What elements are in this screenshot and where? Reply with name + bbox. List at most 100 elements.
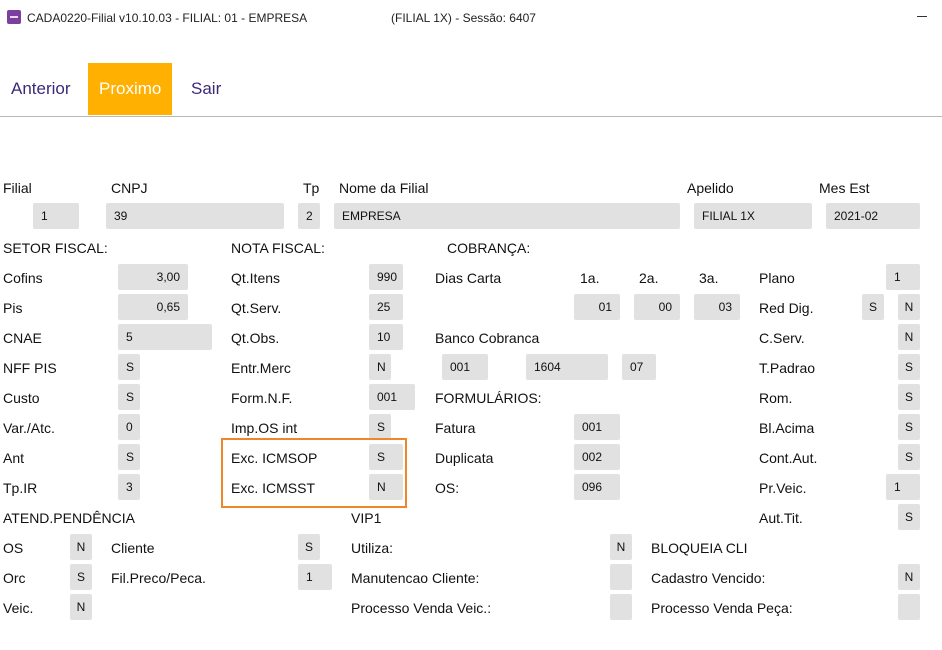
imp-os-int-field[interactable]: S [369,414,391,440]
qt-itens-label: Qt.Itens [231,270,281,286]
tp-label: Tp [303,180,320,196]
filial-field[interactable]: 1 [33,203,79,229]
nff-pis-field[interactable]: S [118,354,140,380]
atend-orc-label: Orc [3,570,26,586]
apelido-label: Apelido [687,180,734,196]
pr-veic-field[interactable]: 1 [886,474,920,500]
fil-preco-peca-label: Fil.Preco/Peca. [111,570,206,586]
entr-merc-field[interactable]: N [369,354,391,380]
atend-veic-label: Veic. [3,600,34,616]
cont-aut-field[interactable]: S [898,444,920,470]
atend-os-field[interactable]: N [70,534,92,560]
atend-pendencia-title: ATEND.PENDÊNCIA [3,510,135,526]
fatura-field[interactable]: 001 [574,414,620,440]
processo-venda-peca-field[interactable] [898,594,920,620]
setor-fiscal-title: SETOR FISCAL: [3,240,108,256]
c-serv-field[interactable]: N [898,324,920,350]
anterior-button[interactable]: Anterior [0,63,82,115]
utiliza-field[interactable]: N [610,534,632,560]
duplicata-field[interactable]: 002 [574,444,620,470]
carteira-field[interactable]: 07 [622,354,656,380]
ant-field[interactable]: S [118,444,140,470]
c-serv-label: C.Serv. [759,330,805,346]
cobranca-title: COBRANÇA: [447,240,531,256]
apelido-field[interactable]: FILIAL 1X [694,203,812,229]
cadastro-vencido-label: Cadastro Vencido: [651,570,766,586]
atend-veic-field[interactable]: N [70,594,92,620]
manutencao-cliente-field[interactable] [610,564,632,590]
rom-field[interactable]: S [898,384,920,410]
processo-venda-peca-label: Processo Venda Peça: [651,600,793,616]
col-3a-label: 3a. [699,270,719,286]
os-form-label: OS: [435,480,460,496]
nome-filial-label: Nome da Filial [339,180,429,196]
qt-serv-label: Qt.Serv. [231,300,282,316]
bl-acima-label: Bl.Acima [759,420,815,436]
qt-obs-field[interactable]: 10 [369,324,403,350]
red-dig-field-1[interactable]: S [862,294,884,320]
processo-venda-veic-field[interactable] [610,594,632,620]
cadastro-vencido-field[interactable]: N [898,564,920,590]
cnpj-field[interactable]: 39 [106,203,284,229]
mes-est-label: Mes Est [819,180,870,196]
plano-label: Plano [759,270,795,286]
agencia-field[interactable]: 1604 [526,354,608,380]
filial-label: Filial [3,180,32,196]
qt-serv-field[interactable]: 25 [369,294,403,320]
utiliza-label: Utiliza: [351,540,394,556]
ant-label: Ant [3,450,25,466]
os-form-field[interactable]: 096 [574,474,620,500]
custo-label: Custo [3,390,40,406]
var-atc-field[interactable]: 0 [118,414,140,440]
bl-acima-field[interactable]: S [898,414,920,440]
manutencao-cliente-label: Manutencao Cliente: [351,570,480,586]
var-atc-label: Var./Atc. [3,420,55,436]
custo-field[interactable]: S [118,384,140,410]
fil-preco-peca-field[interactable]: 1 [298,564,332,590]
tp-ir-field[interactable]: 3 [118,474,140,500]
pr-veic-label: Pr.Veic. [759,480,807,496]
vip1-title: VIP1 [351,510,382,526]
processo-venda-veic-label: Processo Venda Veic.: [351,600,492,616]
red-dig-label: Red Dig. [759,300,814,316]
cnae-field[interactable]: 5 [118,324,212,350]
entr-merc-label: Entr.Merc [231,360,291,376]
cnae-label: CNAE [3,330,42,346]
minimize-icon[interactable] [917,16,927,17]
dias-carta-label: Dias Carta [435,270,502,286]
banco-field[interactable]: 001 [442,354,488,380]
imp-os-int-label: Imp.OS int [231,420,298,436]
rom-label: Rom. [759,390,793,406]
cliente-field[interactable]: S [298,534,320,560]
aut-tit-field[interactable]: S [898,504,920,530]
atend-orc-field[interactable]: S [70,564,92,590]
cliente-label: Cliente [111,540,155,556]
app-icon [7,10,21,24]
dias-carta-3a-field[interactable]: 03 [694,294,740,320]
t-padrao-field[interactable]: S [898,354,920,380]
col-2a-label: 2a. [639,270,659,286]
pis-field[interactable]: 0,65 [118,294,188,320]
t-padrao-label: T.Padrao [759,360,816,376]
cofins-field[interactable]: 3,00 [118,264,188,290]
nota-fiscal-title: NOTA FISCAL: [231,240,325,256]
banco-cobranca-label: Banco Cobranca [435,330,540,346]
session-info: (FILIAL 1X) - Sessão: 6407 [391,11,536,25]
mes-est-field[interactable]: 2021-02 [826,203,920,229]
red-dig-field-2[interactable]: N [898,294,920,320]
proximo-button[interactable]: Proximo [88,63,173,115]
qt-obs-label: Qt.Obs. [231,330,280,346]
pis-label: Pis [3,300,23,316]
qt-itens-field[interactable]: 990 [369,264,403,290]
tp-field[interactable]: 2 [298,203,320,229]
form-nf-field[interactable]: 001 [369,384,415,410]
nome-filial-field[interactable]: EMPRESA [334,203,680,229]
aut-tit-label: Aut.Tit. [759,510,803,526]
cofins-label: Cofins [3,270,43,286]
plano-field[interactable]: 1 [886,264,920,290]
atend-os-label: OS [3,540,24,556]
dias-carta-1a-field[interactable]: 01 [574,294,620,320]
sair-button[interactable]: Sair [180,63,232,115]
window-title: CADA0220-Filial v10.10.03 - FILIAL: 01 -… [27,11,308,25]
dias-carta-2a-field[interactable]: 00 [634,294,680,320]
